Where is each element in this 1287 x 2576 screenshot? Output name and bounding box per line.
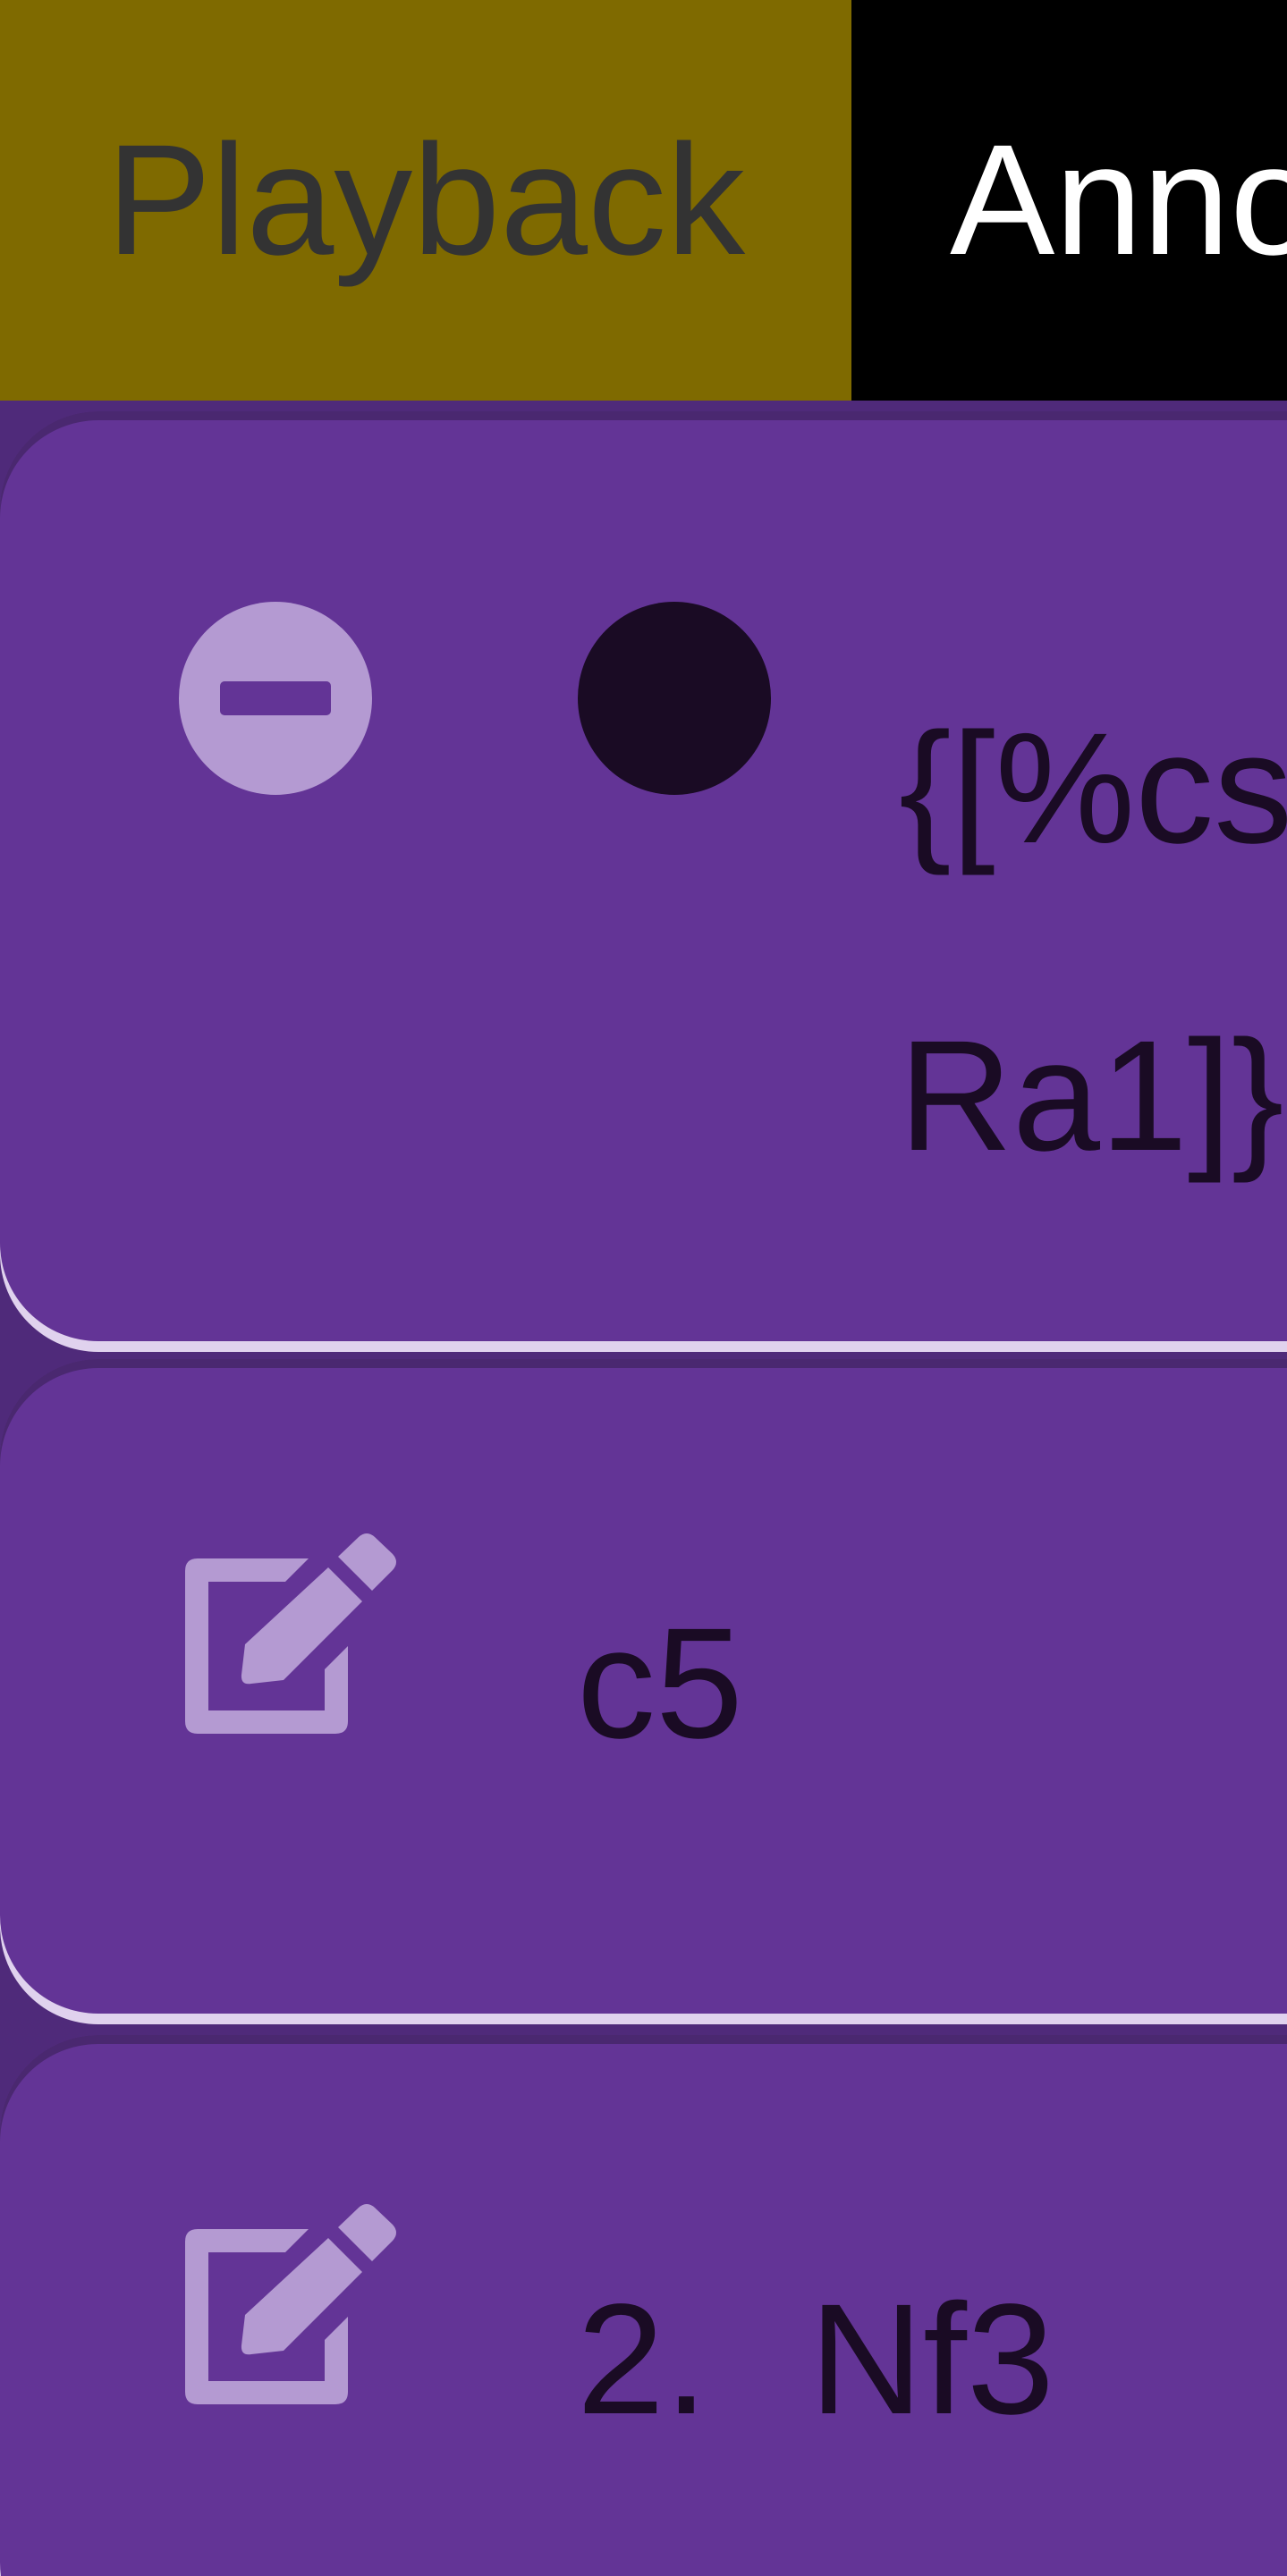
move-san[interactable]: c5 bbox=[577, 1593, 743, 1774]
comment-text[interactable]: {[%cs Ra1]} bbox=[899, 635, 1287, 1250]
minus-circle-icon bbox=[220, 681, 331, 715]
move-card: c5 bbox=[0, 1359, 1287, 2014]
position-marker bbox=[578, 602, 771, 795]
edit-icon[interactable] bbox=[174, 2202, 403, 2413]
tab-annotate[interactable]: Anno bbox=[851, 0, 1287, 401]
tab-playback[interactable]: Playback bbox=[0, 0, 851, 401]
remove-comment-button[interactable] bbox=[179, 602, 372, 795]
comment-card: {[%cs Ra1]} bbox=[0, 411, 1287, 1341]
move-san[interactable]: Nf3 bbox=[809, 2269, 1054, 2450]
move-card: 2. Nf3 bbox=[0, 2035, 1287, 2576]
tab-bar: Playback Anno bbox=[0, 0, 1287, 401]
move-number: 2. bbox=[577, 2272, 708, 2447]
edit-icon[interactable] bbox=[174, 1532, 403, 1743]
annotation-list: {[%cs Ra1]} c5 2. Nf3 bbox=[0, 401, 1287, 2576]
